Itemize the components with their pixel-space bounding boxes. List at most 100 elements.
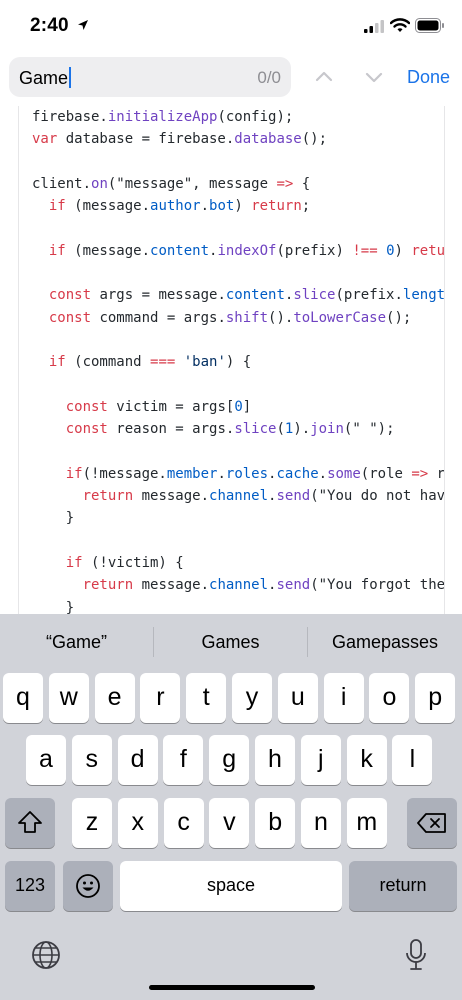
code-block: firebase.initializeApp(config); var datab… <box>18 106 445 614</box>
key-m[interactable]: m <box>346 798 387 848</box>
key-g[interactable]: g <box>209 735 250 785</box>
key-o[interactable]: o <box>369 673 410 723</box>
numbers-key[interactable]: 123 <box>5 861 55 911</box>
key-p[interactable]: p <box>415 673 456 723</box>
suggestion-3[interactable]: Gamepasses <box>308 614 462 670</box>
code-token: return <box>411 242 445 259</box>
key-a[interactable]: a <box>26 735 66 785</box>
code-token: ). <box>293 421 311 438</box>
key-q[interactable]: q <box>3 673 43 723</box>
code-token: ) { <box>225 354 252 371</box>
delete-key[interactable] <box>407 798 457 848</box>
key-c[interactable]: c <box>163 798 204 848</box>
key-t[interactable]: t <box>186 673 227 723</box>
code-token: client. <box>32 175 92 192</box>
emoji-icon <box>63 861 113 899</box>
shift-key[interactable] <box>5 798 55 848</box>
code-line: const command = args.shift().toLowerCase… <box>32 307 444 329</box>
globe-icon[interactable] <box>31 940 61 975</box>
code-token: (); <box>386 309 412 326</box>
code-line: ​ <box>32 262 444 284</box>
code-token: send <box>276 488 311 505</box>
key-x[interactable]: x <box>117 798 158 848</box>
suggestion-2[interactable]: Games <box>154 614 307 670</box>
code-token: . <box>200 198 210 215</box>
code-token: victim = args[ <box>107 398 235 415</box>
code-token: return <box>251 198 302 215</box>
code-token: 'ban' <box>183 354 226 371</box>
code-token: ) <box>394 242 412 259</box>
code-token: roles <box>225 465 269 482</box>
microphone-icon[interactable] <box>405 938 427 977</box>
key-b[interactable]: b <box>255 798 296 848</box>
key-u[interactable]: u <box>277 673 318 723</box>
cellular-signal-icon <box>364 20 384 38</box>
key-h[interactable]: h <box>255 735 295 785</box>
code-token: channel <box>209 488 269 505</box>
code-token: const <box>48 309 92 326</box>
code-line: ​ <box>32 440 444 462</box>
code-token: send <box>276 577 311 594</box>
code-line: const reason = args.slice(1).join(" "); <box>32 418 444 440</box>
code-token: bot <box>209 198 235 215</box>
key-n[interactable]: n <box>301 798 341 848</box>
emoji-key[interactable] <box>63 861 113 911</box>
key-w[interactable]: w <box>48 673 89 723</box>
code-lines: firebase.initializeApp(config); var datab… <box>32 106 445 614</box>
code-token: rol <box>436 465 445 482</box>
key-y[interactable]: y <box>232 673 272 723</box>
key-e[interactable]: e <box>94 673 135 723</box>
key-i[interactable]: i <box>323 673 364 723</box>
code-token: (command <box>65 354 151 371</box>
code-line: const args = message.content.slice(prefi… <box>32 284 444 306</box>
key-r[interactable]: r <box>140 673 181 723</box>
chevron-up-icon[interactable] <box>311 64 337 90</box>
key-l[interactable]: l <box>392 735 433 785</box>
suggestion-1[interactable]: “Game” <box>0 614 153 670</box>
find-query: Game <box>19 68 69 88</box>
code-token: if <box>48 198 66 215</box>
code-line: if(!message.member.roles.cache.some(role… <box>32 463 445 485</box>
chevron-down-icon[interactable] <box>361 64 387 90</box>
key-s[interactable]: s <box>71 735 112 785</box>
key-f[interactable]: f <box>163 735 204 785</box>
key-v[interactable]: v <box>209 798 250 848</box>
keyboard: “Game” Games Gamepasses qwertyuiop asdfg… <box>0 614 462 1000</box>
wifi-icon <box>389 18 411 38</box>
code-line: firebase.initializeApp(config); <box>32 106 444 128</box>
code-token: command = args. <box>91 309 226 326</box>
code-token: => <box>276 175 294 192</box>
code-token: ( <box>276 421 285 438</box>
key-j[interactable]: j <box>300 735 341 785</box>
find-in-page-bar: Game 0/0 Done <box>0 52 462 107</box>
code-token: (!message. <box>82 465 167 482</box>
code-token: slice <box>293 287 336 304</box>
code-viewer[interactable]: firebase.initializeApp(config); var datab… <box>0 106 462 614</box>
code-token: { <box>293 175 311 192</box>
code-line: const victim = args[0] <box>32 396 444 418</box>
done-button[interactable]: Done <box>407 67 450 88</box>
code-token: toLowerCase <box>293 309 387 326</box>
home-indicator[interactable] <box>149 985 315 990</box>
text-caret <box>69 67 72 88</box>
space-key[interactable]: space <box>120 861 342 911</box>
code-token: indexOf <box>217 242 277 259</box>
code-token: => <box>411 465 429 482</box>
code-token: return <box>82 577 134 594</box>
key-d[interactable]: d <box>117 735 158 785</box>
code-token: message. <box>133 577 210 594</box>
key-k[interactable]: k <box>346 735 387 785</box>
code-token: initializeApp <box>107 109 218 125</box>
return-key[interactable]: return <box>349 861 457 911</box>
code-token: const <box>48 287 92 304</box>
key-z[interactable]: z <box>72 798 112 848</box>
code-token: some <box>327 465 361 482</box>
code-token: 0 <box>386 242 395 259</box>
code-token: on <box>91 175 108 192</box>
find-input[interactable]: Game 0/0 <box>9 57 291 97</box>
